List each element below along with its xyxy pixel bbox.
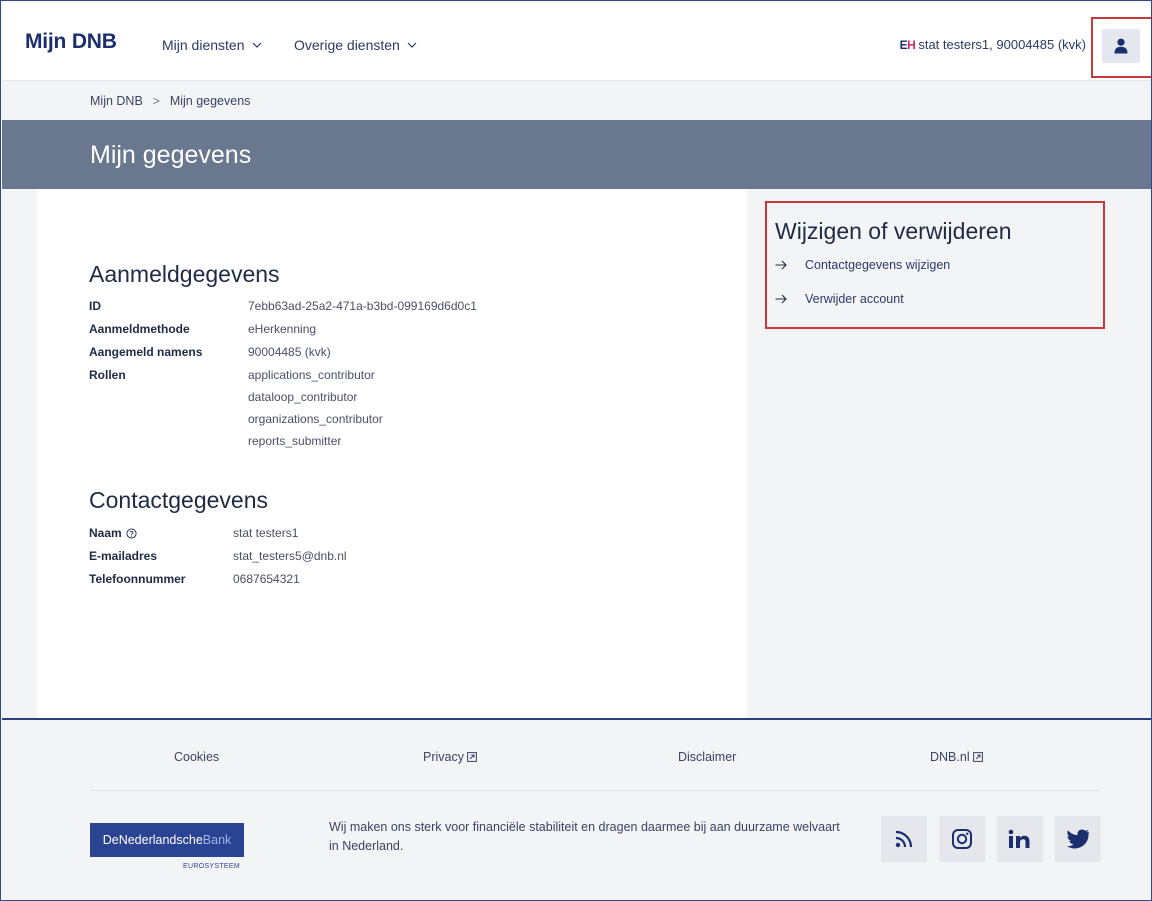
arrow-right-icon	[775, 294, 787, 304]
dnb-logo[interactable]: DeNederlandsche Bank EUROSYSTEEM	[90, 823, 244, 873]
field-row-aanmeldmethode: Aanmeldmethode eHerkenning	[89, 322, 316, 336]
rss-button[interactable]	[881, 816, 927, 862]
twitter-icon	[1066, 829, 1089, 849]
page-title: Mijn gegevens	[90, 141, 252, 169]
field-value: applications_contributor	[248, 368, 375, 382]
linkedin-button[interactable]	[997, 816, 1043, 862]
dnb-logo-bar: DeNederlandsche Bank	[90, 823, 244, 857]
nav-label: Overige diensten	[294, 37, 400, 53]
breadcrumb: Mijn DNB > Mijn gegevens	[2, 82, 1151, 120]
brand-logo[interactable]: Mijn DNB	[25, 30, 117, 54]
role-item: reports_submitter	[248, 434, 342, 448]
breadcrumb-item-mijn-gegevens: Mijn gegevens	[169, 94, 251, 108]
linkedin-icon	[1008, 829, 1030, 848]
breadcrumb-item-mijn-dnb[interactable]: Mijn DNB	[90, 94, 143, 108]
footer-link-cookies[interactable]: Cookies	[174, 750, 219, 764]
page-title-band: Mijn gegevens	[2, 120, 1151, 189]
field-value: 7ebb63ad-25a2-471a-b3bd-099169d6d0c1	[248, 299, 477, 313]
change-or-delete-card: Wijzigen of verwijderen Contactgegevens …	[765, 201, 1105, 329]
twitter-button[interactable]	[1055, 816, 1101, 862]
field-row-rollen: Rollen applications_contributor	[89, 368, 375, 382]
link-label: Contactgegevens wijzigen	[805, 258, 951, 272]
help-circle-icon[interactable]	[126, 527, 137, 539]
side-card-title: Wijzigen of verwijderen	[775, 218, 1012, 244]
field-value: eHerkenning	[248, 322, 317, 336]
footer-link-dnb-nl[interactable]: DNB.nl	[930, 750, 983, 764]
eherkenning-logo-icon: EH	[899, 37, 916, 52]
field-row-naam: Naam stat testers1	[89, 526, 298, 540]
role-item: organizations_contributor	[248, 412, 383, 426]
logged-in-user-info: EH stat testers1, 90004485 (kvk)	[900, 37, 1086, 52]
nav-mijn-diensten[interactable]: Mijn diensten	[162, 37, 262, 53]
footer-mission-text: Wij maken ons sterk voor financiële stab…	[329, 820, 840, 853]
field-row-aangemeld-namens: Aangemeld namens 90004485 (kvk)	[89, 345, 331, 359]
footer-link-disclaimer[interactable]: Disclaimer	[678, 750, 736, 764]
footer: Cookies Privacy Disclaimer DNB.nl DeNede…	[2, 718, 1151, 900]
nav-overige-diensten[interactable]: Overige diensten	[294, 37, 417, 53]
section-title-aanmeldgegevens: Aanmeldgegevens	[89, 261, 280, 287]
footer-link-privacy[interactable]: Privacy	[423, 750, 477, 764]
dnb-logo-sub: EUROSYSTEEM	[183, 863, 240, 870]
field-label: Telefoonnummer	[89, 572, 186, 586]
external-link-icon	[467, 752, 477, 762]
field-row-email: E-mailadres stat_testers5@dnb.nl	[89, 549, 347, 563]
user-button-highlight	[1091, 17, 1151, 78]
section-title-contactgegevens: Contactgegevens	[89, 487, 269, 513]
field-label: ID	[89, 299, 101, 313]
instagram-icon	[952, 829, 972, 849]
field-row-id: ID 7ebb63ad-25a2-471a-b3bd-099169d6d0c1	[89, 299, 477, 313]
main-content: Aanmeldgegevens ID 7ebb63ad-25a2-471a-b3…	[37, 189, 747, 719]
field-label: Rollen	[89, 368, 126, 382]
user-label: stat testers1, 90004485 (kvk)	[918, 37, 1086, 52]
link-contactgegevens-wijzigen[interactable]: Contactgegevens wijzigen	[775, 258, 950, 272]
field-label: Aangemeld namens	[89, 345, 203, 359]
field-value: 0687654321	[233, 572, 300, 586]
field-label: Aanmeldmethode	[89, 322, 190, 336]
link-label: Verwijder account	[805, 292, 904, 306]
field-value: stat testers1	[233, 526, 299, 540]
external-link-icon	[972, 752, 983, 762]
arrow-right-icon	[775, 260, 787, 270]
chevron-down-icon	[407, 42, 417, 48]
chevron-down-icon	[252, 42, 261, 48]
instagram-button[interactable]	[939, 816, 985, 862]
top-navigation-bar: Mijn DNB Mijn diensten Overige diensten …	[2, 2, 1151, 81]
nav-label: Mijn diensten	[162, 37, 245, 53]
footer-divider	[90, 790, 1100, 791]
rss-icon	[895, 830, 913, 848]
field-row-telefoon: Telefoonnummer 0687654321	[89, 572, 300, 586]
field-label: Naam	[89, 526, 233, 540]
field-value: stat_testers5@dnb.nl	[233, 549, 347, 563]
browser-frame: Mijn DNB Mijn diensten Overige diensten …	[0, 0, 1152, 901]
link-verwijder-account[interactable]: Verwijder account	[775, 292, 904, 306]
breadcrumb-separator: >	[152, 94, 160, 108]
role-item: dataloop_contributor	[248, 390, 358, 404]
field-value: 90004485 (kvk)	[248, 345, 331, 359]
field-label: E-mailadres	[89, 549, 158, 563]
